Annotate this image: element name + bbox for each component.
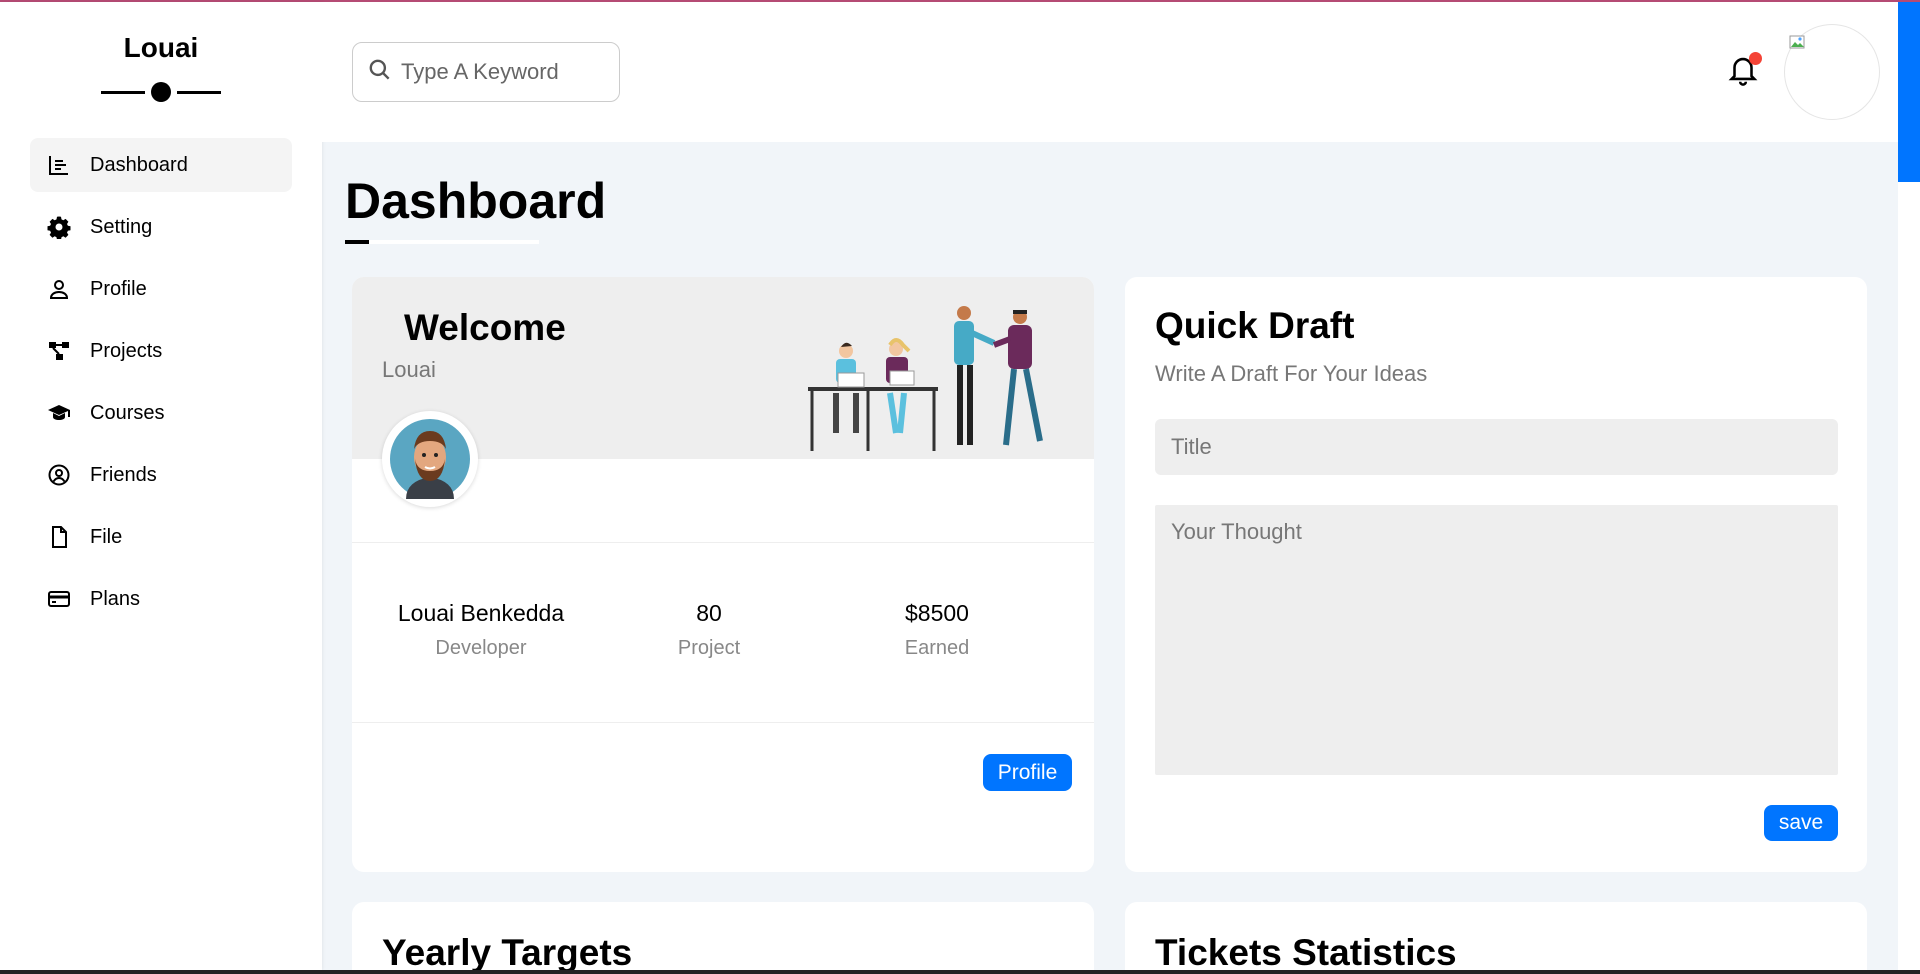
notification-bell[interactable] [1726, 52, 1762, 90]
stat-value: Louai Benkedda [397, 600, 565, 626]
chart-icon [46, 152, 72, 178]
sidebar-nav: Dashboard Setting Profile Projects Cours… [30, 138, 292, 634]
stat-label: Earned [904, 637, 970, 659]
save-button[interactable]: save [1764, 805, 1838, 841]
sidebar-item-profile[interactable]: Profile [30, 262, 292, 316]
user-avatar[interactable] [1784, 24, 1880, 120]
divider [352, 722, 1094, 723]
search-box[interactable] [352, 42, 620, 102]
sidebar-item-file[interactable]: File [30, 510, 292, 564]
sidebar: Louai Dashboard Setting Profile Projects… [0, 2, 322, 970]
sidebar-item-friends[interactable]: Friends [30, 448, 292, 502]
sidebar-item-dashboard[interactable]: Dashboard [30, 138, 292, 192]
welcome-name: Louai [382, 357, 436, 382]
sidebar-item-label: Friends [90, 463, 157, 486]
file-icon [46, 524, 72, 550]
sidebar-item-label: Courses [90, 401, 165, 424]
stat-name: Louai Benkedda Developer [367, 600, 595, 660]
sidebar-item-label: Setting [90, 215, 153, 238]
graduation-cap-icon [46, 400, 72, 426]
sidebar-item-plans[interactable]: Plans [30, 572, 292, 626]
stat-earned: $8500 Earned [823, 600, 1051, 660]
credit-card-icon [46, 586, 72, 612]
welcome-title: Welcome [404, 307, 566, 348]
brand-decoration [101, 82, 221, 102]
sidebar-item-label: Plans [90, 587, 141, 610]
avatar-illustration [390, 419, 470, 499]
search-input[interactable] [401, 59, 601, 85]
divider [352, 542, 1094, 543]
sidebar-item-label: Dashboard [90, 153, 188, 176]
stat-label: Project [677, 637, 741, 659]
stat-value: 80 [696, 600, 722, 626]
welcome-avatar [382, 411, 478, 507]
sidebar-item-label: Projects [90, 339, 163, 362]
sidebar-item-setting[interactable]: Setting [30, 200, 292, 254]
page-title: Dashboard [345, 173, 607, 229]
scrollbar-thumb[interactable] [1898, 2, 1920, 182]
team-meeting-illustration [808, 306, 1043, 451]
yearly-targets-card: Yearly Targets [352, 902, 1094, 974]
brand-title: Louai [123, 32, 199, 63]
search-icon [367, 57, 401, 88]
draft-thought-textarea[interactable] [1155, 505, 1838, 775]
sidebar-item-label: Profile [90, 277, 147, 300]
welcome-card: Welcome Louai Louai Benkedda Developer 8… [352, 277, 1094, 872]
gear-icon [46, 214, 72, 240]
quick-draft-title: Quick Draft [1155, 305, 1355, 346]
tickets-statistics-card: Tickets Statistics [1125, 902, 1867, 974]
stat-value: $8500 [905, 600, 969, 626]
tickets-statistics-title: Tickets Statistics [1155, 932, 1457, 973]
user-circle-icon [46, 462, 72, 488]
broken-image-icon [1789, 35, 1805, 49]
notification-badge [1749, 52, 1762, 65]
yearly-targets-title: Yearly Targets [382, 932, 633, 973]
diagram-project-icon [46, 338, 72, 364]
profile-button[interactable]: Profile [983, 754, 1072, 791]
stat-label: Developer [435, 637, 527, 659]
quick-draft-card: Quick Draft Write A Draft For Your Ideas… [1125, 277, 1867, 872]
user-icon [46, 276, 72, 302]
title-underline [345, 240, 539, 244]
welcome-stats: Louai Benkedda Developer 80 Project $850… [352, 600, 1094, 660]
sidebar-item-projects[interactable]: Projects [30, 324, 292, 378]
quick-draft-subtitle: Write A Draft For Your Ideas [1155, 361, 1428, 386]
window-bottom-border [0, 970, 1920, 974]
top-header [322, 2, 1898, 142]
stat-projects: 80 Project [595, 600, 823, 660]
draft-title-input[interactable] [1155, 419, 1838, 475]
sidebar-item-courses[interactable]: Courses [30, 386, 292, 440]
sidebar-item-label: File [90, 525, 123, 548]
